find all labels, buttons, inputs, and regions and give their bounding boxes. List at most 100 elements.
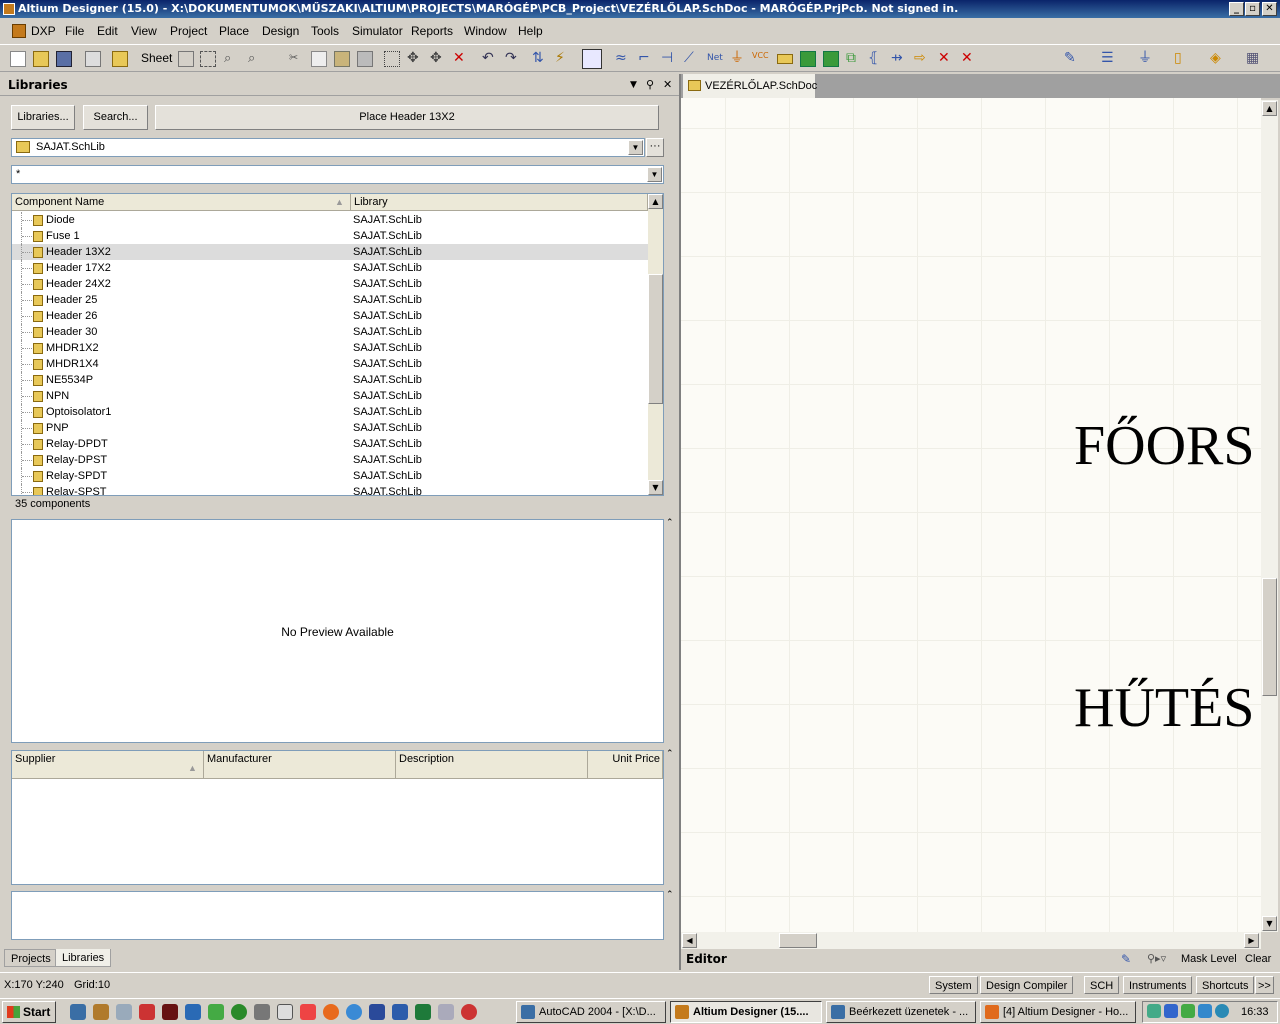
component-row[interactable]: NPN SAJAT.SchLib — [12, 388, 648, 404]
component-row[interactable]: PNP SAJAT.SchLib — [12, 420, 648, 436]
scroll-thumb[interactable] — [779, 933, 817, 948]
status-button-design-compiler[interactable]: Design Compiler — [980, 976, 1074, 994]
menu-tools[interactable]: Tools — [311, 24, 339, 38]
quicklaunch-app-icon[interactable] — [346, 1004, 362, 1020]
panel-menu-icon[interactable]: ▼ — [630, 74, 637, 96]
cross-probe-icon[interactable]: ⚡ — [555, 51, 571, 67]
component-row[interactable]: Header 25 SAJAT.SchLib — [12, 292, 648, 308]
scroll-up-icon[interactable]: ▲ — [1262, 101, 1277, 116]
menu-design[interactable]: Design — [262, 24, 299, 38]
rubber-stamp-icon[interactable] — [357, 51, 373, 67]
bus-icon[interactable]: ⌐ — [638, 51, 654, 67]
column-header-manufacturer[interactable]: Manufacturer — [204, 751, 396, 779]
hierarchy-icon[interactable]: ⇅ — [532, 51, 548, 67]
sheet-entry-icon[interactable] — [823, 51, 839, 67]
component-row[interactable]: Header 24X2 SAJAT.SchLib — [12, 276, 648, 292]
status-more-button[interactable]: >> — [1255, 976, 1274, 994]
libraries-button[interactable]: Libraries... — [11, 105, 75, 130]
print-preview-icon[interactable] — [85, 51, 101, 67]
collapse-icon[interactable]: ⌃ — [666, 749, 674, 759]
redo-icon[interactable]: ↷ — [505, 51, 521, 67]
tab-libraries[interactable]: Libraries — [55, 949, 112, 967]
mask-level-button[interactable]: Mask Level — [1181, 949, 1237, 969]
component-list-scrollbar[interactable]: ▲ ▼ — [648, 194, 663, 495]
status-button-shortcuts[interactable]: Shortcuts — [1196, 976, 1255, 994]
quicklaunch-chrome-icon[interactable] — [300, 1004, 316, 1020]
editor-tab[interactable]: Editor — [686, 949, 727, 969]
library-selector[interactable]: SAJAT.SchLib ▼ — [11, 138, 645, 157]
chevron-down-icon[interactable]: ▼ — [647, 167, 662, 182]
clear-selection-icon[interactable]: ✕ — [453, 51, 469, 67]
quicklaunch-refresh-icon[interactable] — [231, 1004, 247, 1020]
wire-icon[interactable]: ≈ — [615, 51, 631, 67]
component-row[interactable]: MHDR1X4 SAJAT.SchLib — [12, 356, 648, 372]
digital-devices-icon[interactable]: ▯ — [1174, 51, 1190, 67]
quicklaunch-app-icon[interactable] — [369, 1004, 385, 1020]
component-row[interactable]: MHDR1X2 SAJAT.SchLib — [12, 340, 648, 356]
quicklaunch-app-icon[interactable] — [185, 1004, 201, 1020]
component-row[interactable]: Header 17X2 SAJAT.SchLib — [12, 260, 648, 276]
tray-network-icon[interactable] — [1147, 1004, 1161, 1018]
component-row[interactable]: NE5534P SAJAT.SchLib — [12, 372, 648, 388]
scroll-right-icon[interactable]: ▶ — [1244, 933, 1259, 948]
close-button[interactable]: ✕ — [1262, 2, 1277, 16]
scroll-thumb[interactable] — [1262, 578, 1277, 696]
menu-window[interactable]: Window — [464, 24, 507, 38]
library-options-button[interactable]: ··· — [646, 138, 664, 157]
quicklaunch-app-icon[interactable] — [139, 1004, 155, 1020]
no-erc-icon[interactable]: ✕ — [938, 51, 954, 67]
quicklaunch-app-icon[interactable] — [277, 1004, 293, 1020]
column-header-library[interactable]: Library — [351, 194, 648, 211]
highlight-icon[interactable]: ✎ — [1121, 949, 1131, 969]
column-header-description[interactable]: Description — [396, 751, 588, 779]
status-button-instruments[interactable]: Instruments — [1123, 976, 1193, 994]
sheet-symbol-icon[interactable] — [800, 51, 816, 67]
menu-project[interactable]: Project — [170, 24, 207, 38]
scroll-down-icon[interactable]: ▼ — [1262, 916, 1277, 931]
tray-app-icon[interactable] — [1198, 1004, 1212, 1018]
component-row[interactable]: Relay-DPST SAJAT.SchLib — [12, 452, 648, 468]
quicklaunch-excel-icon[interactable] — [415, 1004, 431, 1020]
canvas-horizontal-scrollbar[interactable]: ◀ ▶ — [681, 932, 1261, 949]
tray-app-icon[interactable] — [1164, 1004, 1178, 1018]
port-icon[interactable]: ⇨ — [914, 51, 930, 67]
zoom-fit-icon[interactable] — [178, 51, 194, 67]
schematic-canvas[interactable]: FŐORS HŰTÉS — [681, 98, 1261, 932]
collapse-icon[interactable]: ⌃ — [666, 518, 674, 528]
menu-view[interactable]: View — [131, 24, 157, 38]
copy-icon[interactable] — [311, 51, 327, 67]
taskbar-task[interactable]: Beérkezett üzenetek - ... — [826, 1001, 976, 1023]
place-part-icon[interactable] — [777, 54, 793, 64]
minimize-button[interactable]: _ — [1229, 2, 1244, 16]
component-row[interactable]: Header 30 SAJAT.SchLib — [12, 324, 648, 340]
harness-connector-icon[interactable]: ⦃ — [868, 51, 884, 67]
menu-reports[interactable]: Reports — [411, 24, 453, 38]
scroll-left-icon[interactable]: ◀ — [682, 933, 697, 948]
menu-simulator[interactable]: Simulator — [352, 24, 403, 38]
clear-button[interactable]: Clear — [1245, 949, 1271, 969]
zoom-selected-icon[interactable]: ⌕ — [224, 51, 240, 67]
status-button-sch[interactable]: SCH — [1084, 976, 1120, 994]
harness-entry-icon[interactable]: ⇸ — [891, 51, 907, 67]
quicklaunch-app-icon[interactable] — [254, 1004, 270, 1020]
quicklaunch-app-icon[interactable] — [438, 1004, 454, 1020]
panel-close-icon[interactable]: ✕ — [663, 74, 672, 96]
open-project-icon[interactable] — [112, 51, 128, 67]
component-row[interactable]: Optoisolator1 SAJAT.SchLib — [12, 404, 648, 420]
save-icon[interactable] — [56, 51, 72, 67]
quicklaunch-app-icon[interactable] — [162, 1004, 178, 1020]
menu-edit[interactable]: Edit — [97, 24, 118, 38]
component-row[interactable]: Diode SAJAT.SchLib — [12, 212, 648, 228]
column-header-component-name[interactable]: Component Name ▲ — [12, 194, 351, 211]
simulation-sources-icon[interactable]: ◈ — [1210, 51, 1226, 67]
scroll-down-icon[interactable]: ▼ — [648, 480, 663, 495]
schematic-text-hutes[interactable]: HŰTÉS — [1074, 676, 1254, 740]
component-row[interactable]: Relay-SPST SAJAT.SchLib — [12, 484, 648, 495]
filter-input[interactable]: * ▼ — [11, 165, 664, 184]
schematic-text-foors[interactable]: FŐORS — [1074, 414, 1255, 478]
column-header-supplier[interactable]: Supplier ▲ — [12, 751, 204, 779]
menu-dxp[interactable]: DXP — [31, 24, 56, 38]
quicklaunch-calculator-icon[interactable] — [116, 1004, 132, 1020]
scroll-up-icon[interactable]: ▲ — [648, 194, 663, 209]
column-header-unit-price[interactable]: Unit Price — [588, 751, 663, 779]
